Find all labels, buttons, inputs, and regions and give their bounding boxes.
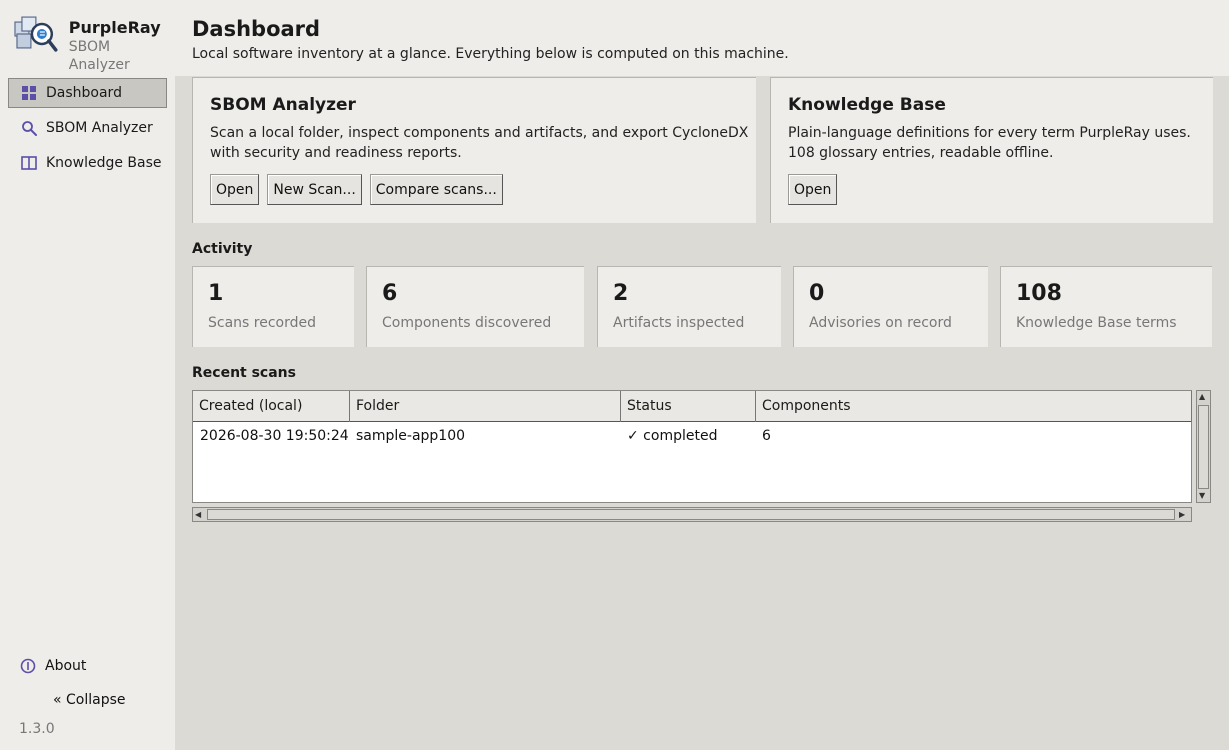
compare-scans-button[interactable]: Compare scans... xyxy=(369,174,503,205)
stat-label: Artifacts inspected xyxy=(613,315,745,331)
card-description: Plain-language definitions for every ter… xyxy=(788,123,1191,163)
book-icon xyxy=(20,154,38,172)
card-title: SBOM Analyzer xyxy=(210,95,356,115)
sidebar-item-knowledge-base[interactable]: Knowledge Base xyxy=(8,148,167,178)
card-desc-line: 108 glossary entries, readable offline. xyxy=(788,145,1054,161)
stat-components-discovered: 6 Components discovered xyxy=(366,266,584,347)
info-icon xyxy=(19,657,37,675)
card-title: Knowledge Base xyxy=(788,95,946,115)
vertical-scrollbar[interactable]: ▲ ▼ xyxy=(1196,390,1211,503)
sidebar-item-label: Dashboard xyxy=(46,85,122,101)
stat-value: 0 xyxy=(809,281,825,306)
scrollbar-thumb[interactable] xyxy=(1198,405,1209,489)
knowledge-base-card: Knowledge Base Plain-language definition… xyxy=(770,77,1213,223)
cell-components: 6 xyxy=(762,428,771,444)
brand-name: PurpleRay xyxy=(68,18,161,37)
collapse-button[interactable]: « Collapse xyxy=(53,692,126,708)
about-link[interactable]: About xyxy=(19,657,86,675)
sidebar-item-dashboard[interactable]: Dashboard xyxy=(8,78,167,108)
cell-folder: sample-app100 xyxy=(356,428,466,444)
stat-advisories: 0 Advisories on record xyxy=(793,266,988,347)
new-scan-button[interactable]: New Scan... xyxy=(267,174,362,205)
recent-scans-label: Recent scans xyxy=(192,365,296,381)
page-subtitle: Local software inventory at a glance. Ev… xyxy=(192,46,789,62)
scroll-up-icon[interactable]: ▲ xyxy=(1199,392,1205,402)
sidebar-item-label: SBOM Analyzer xyxy=(46,120,153,136)
sbom-analyzer-card: SBOM Analyzer Scan a local folder, inspe… xyxy=(192,77,756,223)
purpleray-logo xyxy=(14,16,58,52)
scroll-left-icon[interactable]: ◀ xyxy=(195,510,201,520)
stat-value: 6 xyxy=(382,281,398,306)
table-header: Created (local) Folder Status Components xyxy=(193,391,1192,422)
page-title: Dashboard xyxy=(192,17,321,41)
scroll-right-icon[interactable]: ▶ xyxy=(1179,510,1185,520)
card-desc-line: with security and readiness reports. xyxy=(210,145,462,161)
column-header-created[interactable]: Created (local) xyxy=(193,391,350,422)
version-label: 1.3.0 xyxy=(19,721,55,737)
table-row[interactable]: 2026-08-30 19:50:24 sample-app100 ✓ comp… xyxy=(193,422,1055,450)
column-header-folder[interactable]: Folder xyxy=(350,391,621,422)
column-header-status[interactable]: Status xyxy=(621,391,756,422)
sbom-open-button[interactable]: Open xyxy=(210,174,260,205)
stat-artifacts-inspected: 2 Artifacts inspected xyxy=(597,266,781,347)
search-icon xyxy=(20,119,38,137)
stat-label: Components discovered xyxy=(382,315,552,331)
recent-scans-table: Created (local) Folder Status Components… xyxy=(192,390,1192,503)
column-header-components[interactable]: Components xyxy=(756,391,1192,422)
scrollbar-thumb[interactable] xyxy=(207,509,1175,520)
stat-value: 2 xyxy=(613,281,629,306)
activity-label: Activity xyxy=(192,241,253,257)
card-description: Scan a local folder, inspect components … xyxy=(210,123,748,163)
horizontal-scrollbar[interactable]: ◀ ▶ xyxy=(192,507,1192,522)
grid-icon xyxy=(20,84,38,102)
stat-label: Knowledge Base terms xyxy=(1016,315,1177,331)
card-desc-line: Plain-language definitions for every ter… xyxy=(788,125,1191,141)
stat-label: Scans recorded xyxy=(208,315,317,331)
stat-value: 108 xyxy=(1016,281,1062,306)
cell-status: ✓ completed xyxy=(627,428,718,444)
brand: PurpleRay SBOM Analyzer xyxy=(12,14,175,74)
brand-subtitle: SBOM Analyzer xyxy=(68,39,130,73)
sidebar: PurpleRay SBOM Analyzer Dashboard SBOM A… xyxy=(0,0,175,750)
card-desc-line: Scan a local folder, inspect components … xyxy=(210,125,749,141)
kb-open-button[interactable]: Open xyxy=(788,174,838,205)
stat-value: 1 xyxy=(208,281,224,306)
cell-created: 2026-08-30 19:50:24 xyxy=(200,428,349,444)
stat-label: Advisories on record xyxy=(809,315,952,331)
header-band xyxy=(175,0,1229,76)
sidebar-nav: Dashboard SBOM Analyzer Knowledge Base xyxy=(8,78,167,183)
sidebar-item-label: Knowledge Base xyxy=(46,155,162,171)
about-label: About xyxy=(45,658,87,674)
scroll-down-icon[interactable]: ▼ xyxy=(1199,491,1205,501)
stat-scans-recorded: 1 Scans recorded xyxy=(192,266,354,347)
sidebar-item-sbom-analyzer[interactable]: SBOM Analyzer xyxy=(8,113,167,143)
stat-kb-terms: 108 Knowledge Base terms xyxy=(1000,266,1212,347)
